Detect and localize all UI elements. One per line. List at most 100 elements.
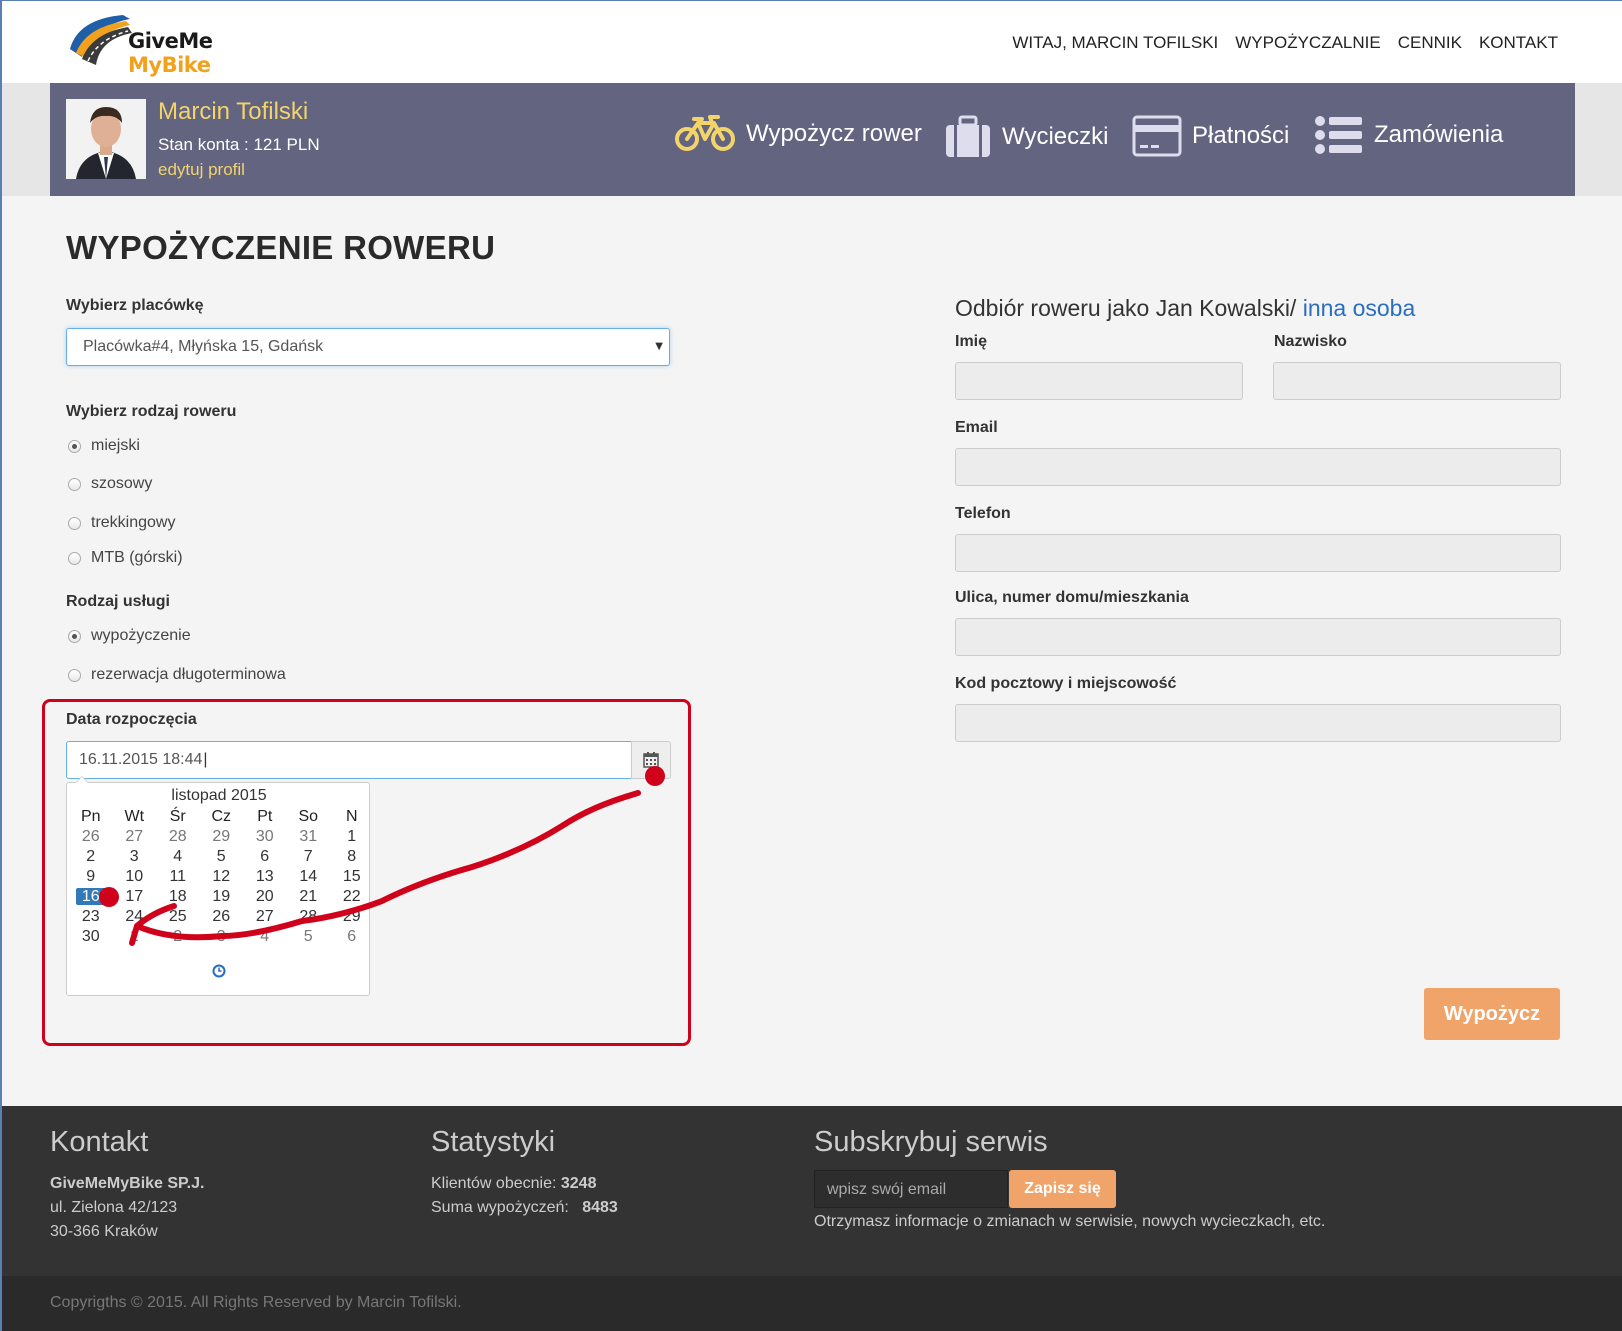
- calendar-day[interactable]: 18: [156, 887, 200, 907]
- calendar-day[interactable]: 2: [156, 927, 200, 947]
- subscribe-email-input[interactable]: wpisz swój email: [814, 1170, 1008, 1208]
- calendar-day[interactable]: 5: [200, 847, 244, 867]
- calendar-day[interactable]: 29: [330, 907, 374, 927]
- calendar-day[interactable]: 14: [287, 867, 331, 887]
- site-logo[interactable]: GiveMe MyBike: [68, 9, 213, 77]
- nav-payments-label: Płatności: [1192, 122, 1290, 149]
- calendar-day[interactable]: 7: [287, 847, 331, 867]
- pickup-title-text: Odbiór roweru jako Jan Kowalski/: [955, 295, 1303, 321]
- calendar-day[interactable]: 1: [330, 827, 374, 847]
- calendar-day[interactable]: 6: [330, 927, 374, 947]
- nav-orders[interactable]: Zamówienia: [1314, 115, 1503, 155]
- last-name-field[interactable]: [1273, 362, 1561, 400]
- radio-label: trekkingowy: [91, 514, 176, 531]
- calendar-day[interactable]: 12: [200, 867, 244, 887]
- bike-type-label: Wybierz rodzaj roweru: [66, 403, 237, 420]
- calendar-day[interactable]: 1: [113, 927, 157, 947]
- radio-button[interactable]: [68, 629, 81, 643]
- calendar-day[interactable]: 23: [69, 907, 113, 927]
- phone-field[interactable]: [955, 534, 1561, 572]
- calendar-day[interactable]: 15: [330, 867, 374, 887]
- calendar-day[interactable]: 3: [113, 847, 157, 867]
- branch-label: Wybierz placówkę: [66, 297, 204, 314]
- start-date-input[interactable]: 16.11.2015 18:44: [66, 741, 632, 779]
- calendar-day[interactable]: 28: [156, 827, 200, 847]
- radio-button[interactable]: [68, 516, 81, 530]
- service-label: Rodzaj usługi: [66, 593, 170, 610]
- calendar-day[interactable]: 6: [243, 847, 287, 867]
- clients-label: Klientów obecnie:: [431, 1175, 557, 1192]
- calendar-day[interactable]: 27: [113, 827, 157, 847]
- calendar-day[interactable]: 21: [287, 887, 331, 907]
- email-field[interactable]: [955, 448, 1561, 486]
- calendar-day[interactable]: 26: [69, 827, 113, 847]
- calendar-day[interactable]: 22: [330, 887, 374, 907]
- calendar-day[interactable]: 29: [200, 827, 244, 847]
- calendar-day[interactable]: 13: [243, 867, 287, 887]
- calendar-day[interactable]: 2: [69, 847, 113, 867]
- radio-button[interactable]: [68, 439, 81, 453]
- radio-bike-road[interactable]: szosowy: [68, 475, 152, 493]
- nav-payments[interactable]: Płatności: [1132, 115, 1289, 157]
- postal-city-field[interactable]: [955, 704, 1561, 742]
- other-person-link[interactable]: inna osoba: [1303, 295, 1416, 321]
- footer: Kontakt GiveMeMyBike SP.J. ul. Zielona 4…: [2, 1106, 1622, 1276]
- calendar-day[interactable]: 26: [200, 907, 244, 927]
- nav-rent-bike[interactable]: Wypożycz rower: [674, 115, 922, 153]
- calendar-day[interactable]: 9: [69, 867, 113, 887]
- calendar-day[interactable]: 19: [200, 887, 244, 907]
- nav-rentals[interactable]: WYPOŻYCZALNIE: [1235, 33, 1380, 53]
- account-balance: Stan konta : 121 PLN: [158, 135, 320, 154]
- radio-service-rental[interactable]: wypożyczenie: [68, 627, 191, 645]
- rent-submit-button[interactable]: Wypożycz: [1424, 988, 1560, 1040]
- nav-trips[interactable]: Wycieczki: [944, 115, 1108, 159]
- calendar-day[interactable]: 31: [287, 827, 331, 847]
- rentals-label: Suma wypożyczeń:: [431, 1199, 569, 1216]
- radio-bike-mtb[interactable]: MTB (górski): [68, 549, 183, 567]
- subscribe-button[interactable]: Zapisz się: [1009, 1170, 1116, 1208]
- avatar[interactable]: [66, 99, 146, 179]
- calendar-day[interactable]: 24: [113, 907, 157, 927]
- calendar-day[interactable]: 17: [113, 887, 157, 907]
- radio-button[interactable]: [68, 477, 81, 491]
- radio-button[interactable]: [68, 551, 81, 565]
- street-field[interactable]: [955, 618, 1561, 656]
- radio-service-reservation[interactable]: rezerwacja długoterminowa: [68, 666, 286, 684]
- calendar-icon: [643, 752, 659, 768]
- calendar-day[interactable]: 30: [243, 827, 287, 847]
- calendar-day[interactable]: 28: [287, 907, 331, 927]
- calendar-day[interactable]: 10: [113, 867, 157, 887]
- branch-select[interactable]: Placówka#4, Młyńska 15, Gdańsk ▼: [66, 328, 670, 366]
- suitcase-icon: [946, 115, 990, 157]
- calendar-day[interactable]: 30: [69, 927, 113, 947]
- calendar-day[interactable]: 16: [69, 887, 113, 907]
- clock-icon[interactable]: [212, 963, 226, 982]
- calendar-button[interactable]: [631, 741, 671, 779]
- clients-value: 3248: [560, 1175, 597, 1192]
- radio-bike-trekking[interactable]: trekkingowy: [68, 514, 175, 532]
- copyright-text: Copyrigths © 2015. All Rights Reserved b…: [50, 1294, 462, 1311]
- calendar-day[interactable]: 27: [243, 907, 287, 927]
- radio-button[interactable]: [68, 668, 81, 682]
- calendar-day[interactable]: 25: [156, 907, 200, 927]
- nav-pricing[interactable]: CENNIK: [1398, 33, 1462, 53]
- radio-label: wypożyczenie: [91, 627, 191, 644]
- calendar-day[interactable]: 20: [243, 887, 287, 907]
- picker-month-title[interactable]: listopad 2015: [67, 787, 371, 805]
- calendar-day[interactable]: 4: [156, 847, 200, 867]
- calendar-day[interactable]: 4: [243, 927, 287, 947]
- first-name-field[interactable]: [955, 362, 1243, 400]
- calendar-day[interactable]: 11: [156, 867, 200, 887]
- nav-welcome[interactable]: WITAJ, MARCIN TOFILSKI: [1012, 33, 1218, 53]
- top-nav: WITAJ, MARCIN TOFILSKI WYPOŻYCZALNIE CEN…: [1012, 33, 1558, 53]
- bicycle-icon: [675, 115, 735, 151]
- calendar-day[interactable]: 3: [200, 927, 244, 947]
- calendar-day[interactable]: 8: [330, 847, 374, 867]
- radio-bike-city[interactable]: miejski: [68, 437, 140, 455]
- edit-profile-link[interactable]: edytuj profil: [158, 160, 245, 180]
- nav-contact[interactable]: KONTAKT: [1479, 33, 1558, 53]
- weekday-header: Śr: [169, 808, 186, 825]
- logo-text-giveme: GiveMe: [128, 29, 213, 53]
- radio-label: MTB (górski): [91, 549, 183, 566]
- calendar-day[interactable]: 5: [287, 927, 331, 947]
